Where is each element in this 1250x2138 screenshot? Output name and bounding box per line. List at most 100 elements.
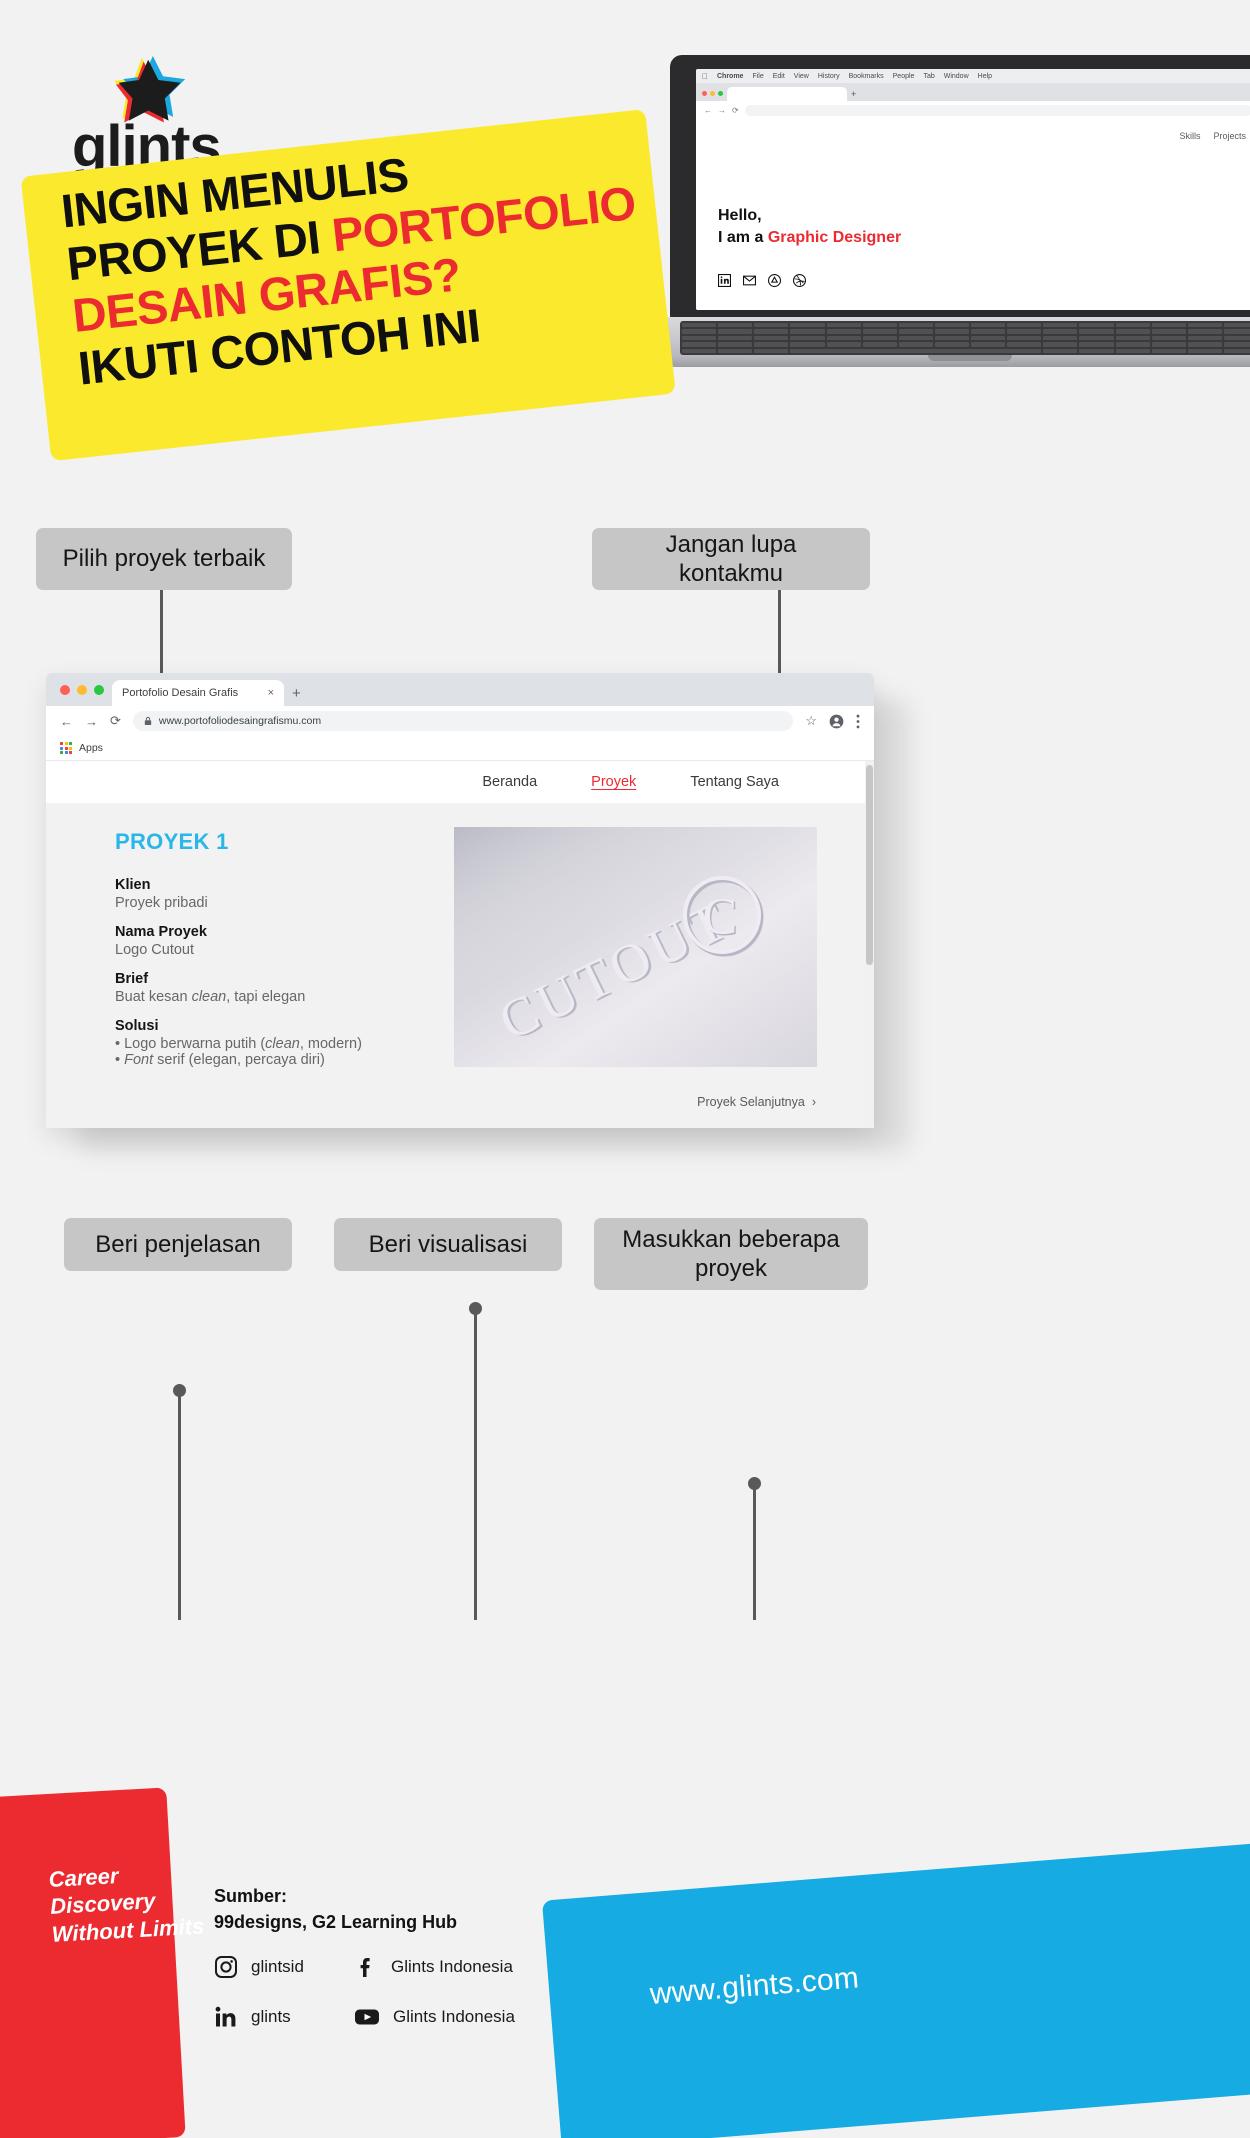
social-youtube[interactable]: Glints Indonesia bbox=[354, 2005, 614, 2029]
url-text: www.portofoliodesaingrafismu.com bbox=[158, 715, 322, 727]
bookmark-star-icon[interactable]: ☆ bbox=[805, 713, 817, 729]
back-icon[interactable]: ← bbox=[60, 714, 73, 729]
close-icon[interactable]: × bbox=[268, 687, 274, 699]
minimize-dot-icon[interactable] bbox=[710, 91, 715, 96]
maximize-dot-icon[interactable] bbox=[718, 91, 723, 96]
menu-item-history[interactable]: History bbox=[818, 73, 840, 80]
site-nav-beranda[interactable]: Beranda bbox=[482, 774, 537, 790]
social-instagram[interactable]: glintsid bbox=[214, 1955, 354, 1979]
menu-item-bookmarks[interactable]: Bookmarks bbox=[849, 73, 884, 80]
laptop-site-nav: Skills Projects bbox=[1179, 131, 1246, 141]
leader-line-3 bbox=[178, 1392, 181, 1620]
browser-tab[interactable]: Portofolio Desain Grafis × bbox=[112, 680, 284, 706]
field-nama-proyek: Nama Proyek Logo Cutout bbox=[115, 924, 466, 958]
red-tagline-panel bbox=[0, 1787, 186, 2138]
close-dot-icon[interactable] bbox=[702, 91, 707, 96]
source-block: Sumber: 99designs, G2 Learning Hub bbox=[214, 1884, 457, 1935]
reload-icon[interactable]: ⟳ bbox=[732, 106, 739, 115]
linkedin-icon bbox=[215, 2006, 236, 2027]
laptop-social-row bbox=[718, 274, 806, 287]
browser-tab-title: Portofolio Desain Grafis bbox=[122, 687, 239, 699]
maximize-dot-icon[interactable] bbox=[94, 685, 104, 695]
callout-pilih-proyek-terbaik: Pilih proyek terbaik bbox=[36, 528, 292, 590]
social-handle: Glints Indonesia bbox=[393, 2007, 515, 2026]
social-handle: glintsid bbox=[251, 1957, 304, 1976]
laptop-nav-projects[interactable]: Projects bbox=[1213, 131, 1246, 141]
menu-item-tab[interactable]: Tab bbox=[923, 73, 934, 80]
laptop-hero-line2-black: I am a bbox=[718, 228, 768, 246]
leader-dot-4 bbox=[469, 1302, 482, 1315]
minimize-dot-icon[interactable] bbox=[77, 685, 87, 695]
source-value: 99designs, G2 Learning Hub bbox=[214, 1911, 458, 1932]
address-bar[interactable]: www.portofoliodesaingrafismu.com bbox=[132, 711, 794, 731]
apps-grid-icon[interactable] bbox=[60, 742, 72, 754]
site-nav-tentang-saya[interactable]: Tentang Saya bbox=[690, 774, 779, 790]
behance-icon[interactable] bbox=[768, 274, 781, 287]
infographic-page: glints  Chrome File Edit View History B… bbox=[0, 0, 1250, 2138]
project-title: PROYEK 1 bbox=[115, 829, 229, 854]
menu-item-view[interactable]: View bbox=[794, 73, 809, 80]
chevron-right-icon: › bbox=[811, 1095, 816, 1109]
tagline-text: Career Discovery Without Limits bbox=[48, 1863, 205, 1947]
social-facebook[interactable]: Glints Indonesia bbox=[354, 1955, 614, 1979]
browser-window: Portofolio Desain Grafis × + ← → ⟳ www.p… bbox=[46, 673, 874, 1128]
email-icon[interactable] bbox=[743, 274, 756, 287]
laptop-new-tab-button[interactable]: + bbox=[851, 89, 856, 101]
site-navigation: Beranda Proyek Tentang Saya bbox=[46, 761, 874, 803]
bookmark-apps-label[interactable]: Apps bbox=[79, 742, 103, 754]
field-label: Brief bbox=[115, 971, 149, 987]
laptop-omnibox[interactable] bbox=[744, 104, 1250, 116]
project-info-column: PROYEK 1 Klien Proyek pribadi Nama Proye… bbox=[46, 829, 466, 1081]
new-tab-button[interactable]: + bbox=[292, 685, 301, 706]
field-label: Solusi bbox=[115, 1018, 159, 1034]
back-icon[interactable]: ← bbox=[704, 106, 712, 115]
menu-item-file[interactable]: File bbox=[752, 73, 763, 80]
laptop-hero-line1: Hello, bbox=[718, 207, 762, 224]
menu-item-window[interactable]: Window bbox=[944, 73, 969, 80]
menu-item-chrome[interactable]: Chrome bbox=[717, 73, 743, 80]
bookmarks-bar: Apps bbox=[46, 736, 874, 761]
laptop-nav-skills[interactable]: Skills bbox=[1179, 131, 1200, 141]
field-value: • Logo berwarna putih (clean, modern) • … bbox=[115, 1036, 362, 1068]
menu-item-edit[interactable]: Edit bbox=[773, 73, 785, 80]
project-detail: PROYEK 1 Klien Proyek pribadi Nama Proye… bbox=[46, 803, 874, 1109]
browser-window-controls[interactable] bbox=[60, 685, 104, 706]
laptop-screen:  Chrome File Edit View History Bookmark… bbox=[696, 69, 1250, 310]
window-controls[interactable] bbox=[702, 91, 723, 101]
instagram-icon bbox=[215, 1956, 237, 1978]
portfolio-site: Beranda Proyek Tentang Saya PROYEK 1 Kli… bbox=[46, 761, 874, 1128]
youtube-icon bbox=[355, 2009, 379, 2025]
kebab-menu-icon[interactable] bbox=[856, 714, 860, 729]
linkedin-icon[interactable] bbox=[718, 274, 731, 287]
menu-item-people[interactable]: People bbox=[893, 73, 915, 80]
laptop-lid:  Chrome File Edit View History Bookmark… bbox=[670, 55, 1250, 320]
laptop-mockup:  Chrome File Edit View History Bookmark… bbox=[648, 55, 1250, 395]
profile-avatar-icon[interactable] bbox=[829, 714, 844, 729]
next-project-label: Proyek Selanjutnya bbox=[697, 1095, 805, 1109]
callout-jangan-lupa-kontakmu: Jangan lupa kontakmu bbox=[592, 528, 870, 590]
laptop-browser-toolbar: ← → ⟳ bbox=[696, 101, 1250, 119]
laptop-portfolio-page: Skills Projects Hello, I am a Graphic De… bbox=[696, 119, 1250, 310]
apple-logo-icon:  bbox=[702, 72, 708, 81]
leader-line-4 bbox=[474, 1310, 477, 1620]
social-handle: Glints Indonesia bbox=[391, 1957, 513, 1976]
project-image-cutout: CUTOUT CUTOUT C C bbox=[454, 827, 817, 1067]
forward-icon[interactable]: → bbox=[85, 714, 98, 729]
laptop-browser-tab[interactable] bbox=[727, 87, 847, 101]
dribbble-icon[interactable] bbox=[793, 274, 806, 287]
forward-icon[interactable]: → bbox=[718, 106, 726, 115]
social-linkedin[interactable]: glints bbox=[214, 2005, 354, 2029]
leader-dot-5 bbox=[748, 1477, 761, 1490]
next-project-link[interactable]: Proyek Selanjutnya › bbox=[697, 1095, 816, 1109]
close-dot-icon[interactable] bbox=[60, 685, 70, 695]
browser-tabbar: Portofolio Desain Grafis × + bbox=[46, 673, 874, 706]
site-nav-proyek[interactable]: Proyek bbox=[591, 774, 636, 790]
svg-text:C: C bbox=[703, 889, 738, 946]
laptop-keyboard bbox=[680, 321, 1250, 355]
browser-toolbar: ← → ⟳ www.portofoliodesaingrafismu.com ☆ bbox=[46, 706, 874, 736]
social-links: glintsid Glints Indonesia glints Glints … bbox=[214, 1955, 614, 2029]
facebook-icon bbox=[360, 1958, 370, 1977]
field-brief: Brief Buat kesan clean, tapi elegan bbox=[115, 971, 466, 1005]
reload-icon[interactable]: ⟳ bbox=[110, 713, 121, 729]
menu-item-help[interactable]: Help bbox=[978, 73, 992, 80]
